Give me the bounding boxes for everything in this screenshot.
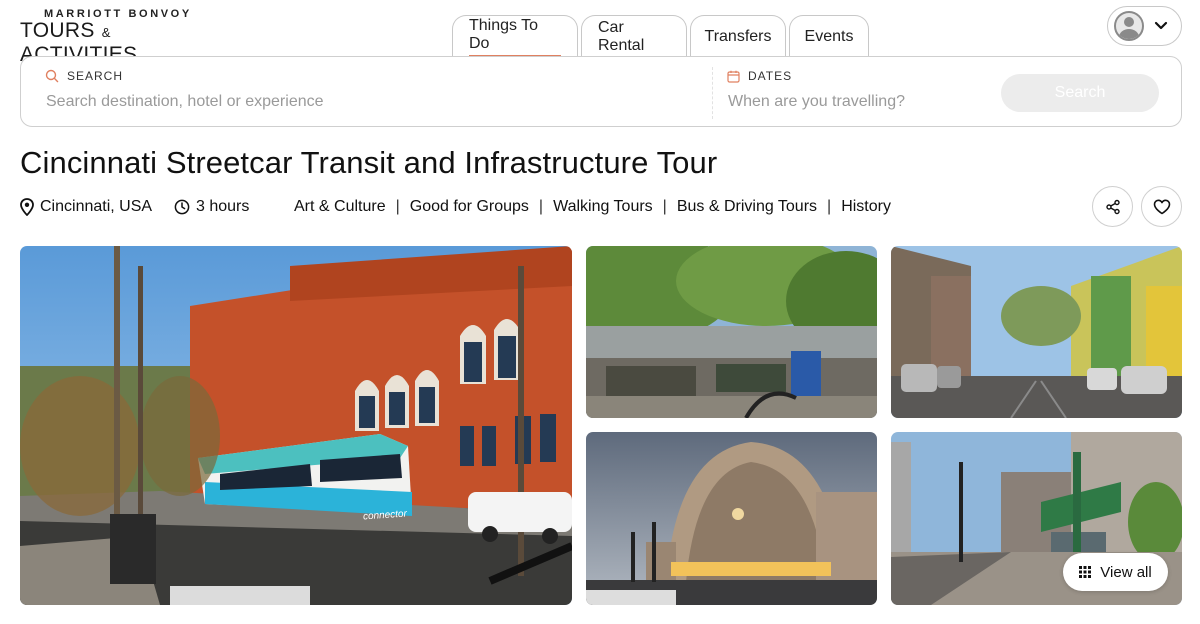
tab-car-rental[interactable]: Car Rental [581, 15, 687, 57]
tour-duration: 3 hours [174, 198, 294, 216]
view-all-button[interactable]: View all [1063, 553, 1168, 591]
share-button[interactable] [1092, 186, 1133, 227]
product-tabs: Things To Do Car Rental Transfers Events [452, 15, 869, 57]
tab-events[interactable]: Events [789, 15, 869, 57]
tab-label: Transfers [704, 27, 772, 45]
tab-label: Events [804, 27, 854, 45]
search-button[interactable]: Search [1001, 74, 1159, 112]
tab-label: Things To Do [469, 17, 561, 57]
account-menu-button[interactable] [1107, 6, 1182, 46]
search-input[interactable] [46, 93, 646, 111]
chevron-down-icon [1154, 21, 1168, 30]
tab-things-to-do[interactable]: Things To Do [452, 15, 578, 57]
category-link[interactable]: History [841, 198, 891, 216]
dates-label-text: DATES [748, 69, 793, 83]
search-divider [712, 67, 713, 119]
streetcar-photo-image [20, 246, 572, 605]
tab-label: Car Rental [598, 18, 645, 54]
search-bar: SEARCH DATES Search [20, 56, 1182, 127]
tour-location: Cincinnati, USA [20, 198, 174, 216]
category-link[interactable]: Walking Tours [553, 198, 653, 216]
category-separator: | [662, 198, 667, 215]
destination-search: SEARCH [45, 57, 705, 126]
search-icon [45, 69, 59, 83]
favorite-button[interactable] [1141, 186, 1182, 227]
location-pin-icon [20, 198, 34, 216]
category-separator: | [395, 198, 400, 215]
brand-logo-tours: TOURS [20, 19, 95, 42]
view-all-label: View all [1100, 563, 1152, 581]
search-label: SEARCH [45, 69, 123, 83]
clock-icon [174, 199, 190, 215]
category-link[interactable]: Bus & Driving Tours [677, 198, 817, 216]
terminal-photo-image [586, 432, 877, 605]
street-photo-image [891, 246, 1182, 418]
grid-icon [1079, 566, 1092, 578]
search-label-text: SEARCH [67, 69, 124, 83]
category-link[interactable]: Art & Culture [294, 198, 386, 216]
dates-label: DATES [727, 69, 792, 83]
tab-transfers[interactable]: Transfers [690, 15, 786, 57]
tour-categories: Art & Culture | Good for Groups | Walkin… [294, 198, 891, 216]
tour-meta: Cincinnati, USA 3 hours Art & Culture | … [20, 196, 891, 218]
plaza-photo-image [586, 246, 877, 418]
dates-picker: DATES [727, 57, 987, 126]
category-separator: | [538, 198, 544, 215]
brand-logo-amp: & [101, 25, 111, 40]
avatar-icon [1114, 11, 1144, 41]
category-link[interactable]: Good for Groups [410, 198, 529, 216]
heart-icon [1153, 199, 1170, 214]
tour-location-text: Cincinnati, USA [40, 198, 153, 215]
share-icon [1105, 199, 1120, 214]
photo-plaza-trees[interactable] [586, 246, 877, 418]
category-separator: | [827, 198, 832, 215]
calendar-icon [727, 70, 740, 83]
tour-title: Cincinnati Streetcar Transit and Infrast… [20, 145, 718, 180]
photo-union-terminal[interactable] [586, 432, 877, 605]
tour-duration-text: 3 hours [196, 198, 250, 215]
photo-street-cars[interactable] [891, 246, 1182, 418]
main-photo-streetcar[interactable]: connector [20, 246, 572, 605]
dates-input[interactable] [728, 93, 968, 111]
